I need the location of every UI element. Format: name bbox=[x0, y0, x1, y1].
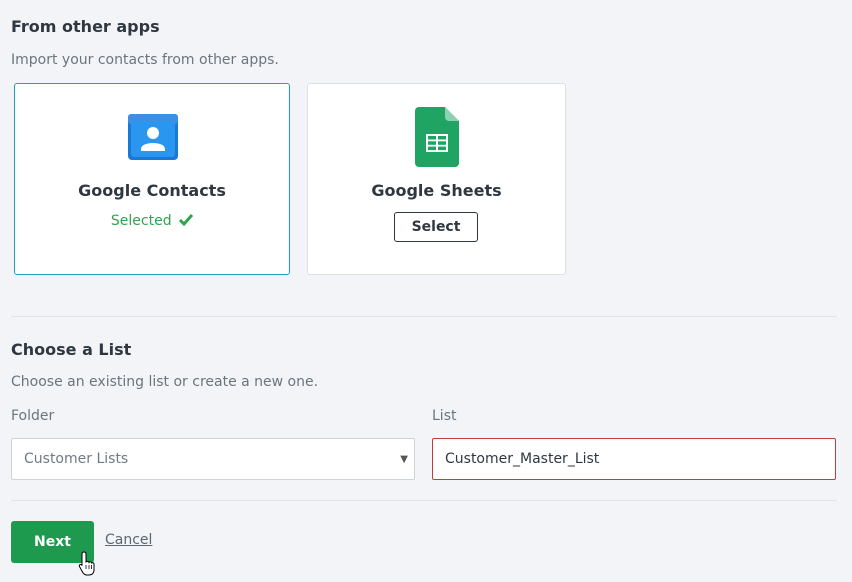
list-section-title: Choose a List bbox=[11, 340, 132, 359]
list-name-input-value: Customer_Master_List bbox=[445, 451, 600, 467]
select-google-sheets-button[interactable]: Select bbox=[394, 212, 478, 242]
list-section-description: Choose an existing list or create a new … bbox=[11, 374, 319, 390]
divider bbox=[11, 500, 837, 501]
apps-section-description: Import your contacts from other apps. bbox=[11, 52, 279, 68]
google-contacts-card[interactable]: Google Contacts Selected bbox=[14, 83, 290, 275]
google-contacts-icon bbox=[128, 114, 178, 160]
selected-status-label: Selected bbox=[110, 213, 172, 229]
list-name-input[interactable]: Customer_Master_List bbox=[432, 438, 836, 480]
hand-cursor-icon bbox=[78, 551, 95, 576]
card-title: Google Contacts bbox=[78, 181, 226, 200]
apps-section-title: From other apps bbox=[11, 17, 160, 36]
list-label: List bbox=[432, 408, 457, 424]
selected-status: Selected bbox=[15, 213, 289, 229]
caret-down-icon: ▼ bbox=[400, 454, 408, 465]
folder-label: Folder bbox=[11, 408, 55, 424]
checkmark-icon bbox=[179, 214, 194, 227]
google-sheets-icon bbox=[415, 107, 459, 167]
cancel-link[interactable]: Cancel bbox=[105, 532, 152, 548]
folder-select-value: Customer Lists bbox=[24, 451, 129, 467]
card-title: Google Sheets bbox=[371, 181, 502, 200]
folder-select[interactable]: Customer Lists ▼ bbox=[11, 438, 415, 480]
divider bbox=[11, 316, 837, 317]
google-sheets-card[interactable]: Google Sheets Select bbox=[307, 83, 566, 275]
